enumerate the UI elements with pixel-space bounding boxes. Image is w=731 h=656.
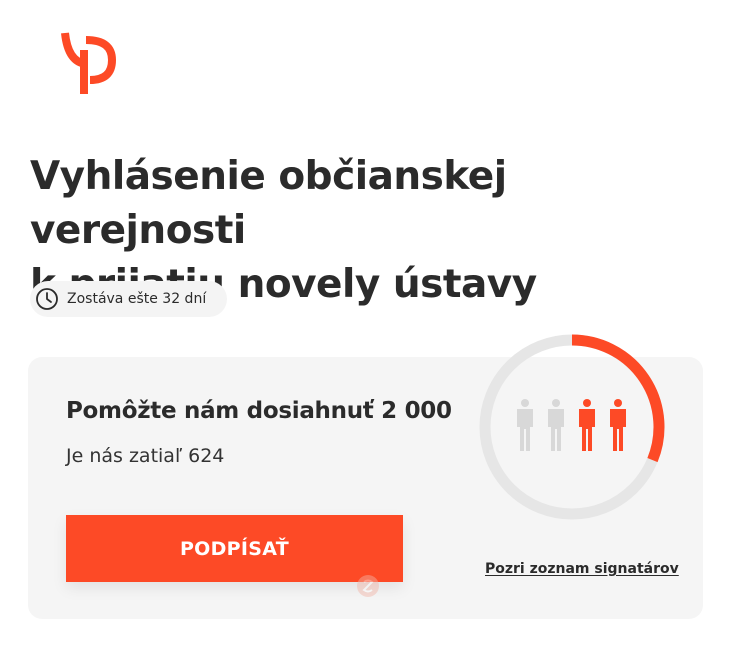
watermark-icon	[357, 575, 379, 597]
person-icon	[548, 399, 564, 451]
goal-heading: Pomôžte nám dosiahnuť 2 000	[66, 398, 452, 424]
person-icon	[517, 399, 533, 451]
person-icon	[610, 399, 626, 451]
countdown-badge: Zostáva ešte 32 dní	[30, 281, 227, 317]
people-icon-group	[517, 399, 626, 451]
person-icon	[579, 399, 595, 451]
countdown-text: Zostáva ešte 32 dní	[67, 291, 207, 307]
progress-ring	[479, 334, 665, 520]
sign-button[interactable]: PODPÍSAŤ	[66, 515, 403, 582]
brand-logo-icon[interactable]	[60, 30, 120, 96]
page-title-line1: Vyhlásenie občianskej verejnosti	[30, 154, 507, 253]
signature-count: Je nás zatiaľ 624	[66, 445, 225, 467]
clock-icon	[36, 288, 58, 310]
signers-list-link[interactable]: Pozri zoznam signatárov	[485, 561, 679, 577]
